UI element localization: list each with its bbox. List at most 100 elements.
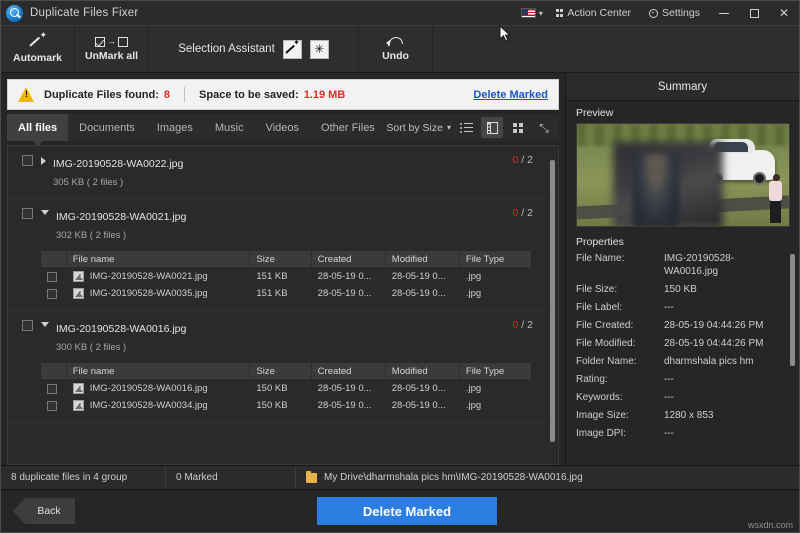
group-header[interactable]: IMG-20190528-WA0021.jpg 302 KB ( 2 files… <box>8 199 547 251</box>
duplicates-found-value: 8 <box>164 89 170 101</box>
group-header[interactable]: IMG-20190528-WA0016.jpg 300 KB ( 2 files… <box>8 311 547 363</box>
cell-file-name: IMG-20190528-WA0016.jpg <box>67 380 251 397</box>
selection-assistant-star-button[interactable]: ✳ <box>310 40 329 59</box>
column-file-name[interactable]: File name <box>67 363 251 379</box>
group-name: IMG-20190528-WA0016.jpg <box>56 323 186 335</box>
column-file-type[interactable]: File Type <box>460 363 531 379</box>
chevron-down-icon: ▾ <box>447 123 451 132</box>
property-row: File Created: 28-05-19 04:44:26 PM <box>576 319 799 332</box>
column-size[interactable]: Size <box>250 251 311 267</box>
list-scrollbar[interactable] <box>547 146 558 464</box>
close-button[interactable]: ✕ <box>769 1 799 26</box>
row-select-cell <box>41 397 67 414</box>
property-row: Folder Name: dharmshala pics hm <box>576 355 799 368</box>
list-view-button[interactable] <box>455 117 477 138</box>
tab-images[interactable]: Images <box>146 114 204 141</box>
magic-wand-icon <box>286 43 299 56</box>
magic-wand-icon <box>29 34 46 49</box>
table-row[interactable]: IMG-20190528-WA0034.jpg 150 KB 28-05-19 … <box>41 397 531 414</box>
minimize-button[interactable] <box>709 1 739 26</box>
column-select <box>41 363 67 379</box>
property-key: File Size: <box>576 283 664 296</box>
row-checkbox[interactable] <box>47 272 57 282</box>
cell-file-name: IMG-20190528-WA0021.jpg <box>67 268 251 285</box>
mouse-cursor <box>499 25 511 43</box>
application-window: Duplicate Files Fixer ▾ Action Center Se… <box>0 0 800 533</box>
sort-by-dropdown[interactable]: Sort by Size ▾ <box>386 122 451 134</box>
table-row[interactable]: IMG-20190528-WA0035.jpg 151 KB 28-05-19 … <box>41 285 531 302</box>
table-row[interactable]: IMG-20190528-WA0016.jpg 150 KB 28-05-19 … <box>41 380 531 397</box>
list-scrollbar-thumb[interactable] <box>550 160 555 442</box>
cell-created: 28-05-19 0... <box>312 397 386 414</box>
detail-view-button[interactable] <box>481 117 503 138</box>
group-marked-value: 0 <box>513 154 519 166</box>
column-modified[interactable]: Modified <box>386 363 460 379</box>
column-size[interactable]: Size <box>250 363 311 379</box>
tab-videos[interactable]: Videos <box>255 114 310 141</box>
group-checkbox[interactable] <box>22 155 33 166</box>
cell-modified: 28-05-19 0... <box>386 380 460 397</box>
title-bar-actions: ▾ Action Center Settings ✕ <box>517 1 799 25</box>
tab-music[interactable]: Music <box>204 114 255 141</box>
column-created[interactable]: Created <box>312 363 386 379</box>
row-checkbox[interactable] <box>47 401 57 411</box>
magnifier-logo-icon <box>6 5 23 22</box>
delete-marked-button[interactable]: Delete Marked <box>317 497 497 525</box>
language-selector[interactable]: ▾ <box>517 8 547 18</box>
group-checkbox[interactable] <box>22 320 33 331</box>
folder-icon <box>306 473 317 483</box>
settings-button[interactable]: Settings <box>640 1 709 25</box>
column-file-name[interactable]: File name <box>67 251 251 267</box>
action-center-button[interactable]: Action Center <box>547 1 640 25</box>
image-preview[interactable] <box>576 123 790 227</box>
selection-assistant-wand-button[interactable] <box>283 40 302 59</box>
footer-bar: Back Delete Marked wsxdn.com <box>1 490 799 532</box>
title-bar: Duplicate Files Fixer ▾ Action Center Se… <box>1 1 799 26</box>
table-row[interactable]: IMG-20190528-WA0021.jpg 151 KB 28-05-19 … <box>41 268 531 285</box>
duplicate-groups-list[interactable]: IMG-20190528-WA0022.jpg 305 KB ( 2 files… <box>8 146 547 464</box>
cell-size: 150 KB <box>250 397 311 414</box>
unmark-all-button[interactable]: → UnMark all <box>75 26 149 72</box>
main-toolbar: Automark → UnMark all Selection Assistan… <box>1 26 799 73</box>
column-modified[interactable]: Modified <box>386 251 460 267</box>
property-key: Keywords: <box>576 391 664 404</box>
property-value: dharmshala pics hm <box>664 355 799 368</box>
tab-other-files[interactable]: Other Files <box>310 114 386 141</box>
duplicate-group: IMG-20190528-WA0021.jpg 302 KB ( 2 files… <box>8 199 547 311</box>
row-checkbox[interactable] <box>47 384 57 394</box>
cell-created: 28-05-19 0... <box>312 380 386 397</box>
chevron-down-icon[interactable] <box>41 322 49 327</box>
duplicates-found-label: Duplicate Files found: <box>44 89 159 101</box>
file-table: File name Size Created Modified File Typ… <box>41 363 531 414</box>
chevron-down-icon[interactable] <box>41 210 49 215</box>
group-info: IMG-20190528-WA0021.jpg 302 KB ( 2 files… <box>56 207 513 243</box>
summary-tab[interactable]: Summary <box>566 73 799 101</box>
properties-scrollbar-thumb[interactable] <box>790 254 795 366</box>
chevron-right-icon[interactable] <box>41 157 46 165</box>
property-row: File Label: --- <box>576 301 799 314</box>
maximize-icon <box>750 9 759 18</box>
undo-label: Undo <box>382 50 409 62</box>
undo-button[interactable]: Undo <box>359 26 433 72</box>
group-header[interactable]: IMG-20190528-WA0022.jpg 305 KB ( 2 files… <box>8 146 547 198</box>
tab-documents[interactable]: Documents <box>68 114 146 141</box>
column-file-type[interactable]: File Type <box>460 251 531 267</box>
properties-list: File Name: IMG-20190528-WA0016.jpg File … <box>576 252 799 440</box>
maximize-button[interactable] <box>739 1 769 26</box>
tab-all-files[interactable]: All files <box>7 114 68 141</box>
list-view-icon <box>460 123 473 133</box>
expand-view-button[interactable]: ⤡ <box>533 117 555 138</box>
banner-divider <box>184 87 185 102</box>
back-button[interactable]: Back <box>13 498 75 524</box>
summary-content: Preview <box>566 101 799 465</box>
row-checkbox[interactable] <box>47 289 57 299</box>
group-checkbox[interactable] <box>22 208 33 219</box>
selection-assistant-group: Selection Assistant ✳ <box>149 26 359 72</box>
grid-view-button[interactable] <box>507 117 529 138</box>
property-key: File Created: <box>576 319 664 332</box>
automark-button[interactable]: Automark <box>1 26 75 72</box>
delete-marked-link[interactable]: Delete Marked <box>473 89 548 101</box>
column-created[interactable]: Created <box>312 251 386 267</box>
cell-modified: 28-05-19 0... <box>386 268 460 285</box>
properties-scrollbar[interactable] <box>788 252 795 440</box>
